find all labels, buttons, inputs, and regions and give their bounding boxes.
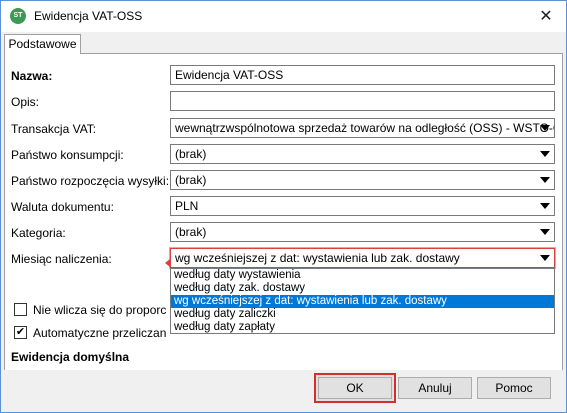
- kategoria-select[interactable]: (brak): [170, 222, 555, 242]
- waluta-select[interactable]: PLN: [170, 196, 555, 216]
- ok-button[interactable]: OK: [318, 377, 392, 399]
- transakcja-vat-label: Transakcja VAT:: [11, 122, 97, 136]
- tab-podstawowe[interactable]: Podstawowe: [4, 34, 81, 54]
- highlight-marker: [165, 259, 170, 267]
- panstwo-konsumpcji-label: Państwo konsumpcji:: [11, 148, 124, 162]
- waluta-value: PLN: [175, 199, 199, 213]
- panstwo-rozpoczecia-select[interactable]: (brak): [170, 170, 555, 190]
- panstwo-rozpoczecia-label: Państwo rozpoczęcia wysyłki:: [11, 174, 170, 188]
- dropdown-option[interactable]: według daty zak. dostawy: [171, 282, 554, 295]
- window-title: Ewidencja VAT-OSS: [34, 9, 143, 23]
- transakcja-vat-value: wewnątrzwspólnotowa sprzedaż towarów na …: [175, 121, 555, 135]
- waluta-label: Waluta dokumentu:: [11, 200, 114, 214]
- kategoria-value: (brak): [175, 225, 207, 239]
- chevron-down-icon[interactable]: [540, 177, 550, 183]
- panstwo-rozpoczecia-value: (brak): [175, 173, 207, 187]
- title-bar: ST Ewidencja VAT-OSS ✕: [1, 1, 566, 32]
- nazwa-label: Nazwa:: [11, 69, 53, 83]
- opis-input[interactable]: [170, 91, 555, 111]
- miesiac-naliczenia-label: Miesiąc naliczenia:: [11, 252, 112, 266]
- section-title-ewidencja-domyslna: Ewidencja domyślna: [11, 350, 130, 364]
- panstwo-konsumpcji-value: (brak): [175, 147, 207, 161]
- panstwo-konsumpcji-select[interactable]: (brak): [170, 144, 555, 164]
- dialog-window: ST Ewidencja VAT-OSS ✕ Podstawowe Nazwa:…: [0, 0, 567, 413]
- chevron-down-icon[interactable]: [540, 255, 550, 261]
- chevron-down-icon[interactable]: [540, 125, 550, 131]
- chevron-down-icon[interactable]: [540, 203, 550, 209]
- dropdown-option[interactable]: według daty zaliczki: [171, 308, 554, 321]
- app-logo-icon: ST: [10, 8, 26, 24]
- nazwa-input[interactable]: Ewidencja VAT-OSS: [170, 65, 555, 85]
- dropdown-option-selected[interactable]: wg wcześniejszej z dat: wystawienia lub …: [171, 295, 554, 308]
- dropdown-option[interactable]: według daty wystawienia: [171, 269, 554, 282]
- miesiac-naliczenia-value: wg wcześniejszej z dat: wystawienia lub …: [175, 251, 460, 265]
- proporcji-checkbox[interactable]: [14, 303, 27, 316]
- kategoria-label: Kategoria:: [11, 226, 66, 240]
- przeliczanie-checkbox[interactable]: ✔: [14, 326, 27, 339]
- chevron-down-icon[interactable]: [540, 229, 550, 235]
- chevron-down-icon[interactable]: [540, 151, 550, 157]
- transakcja-vat-select[interactable]: wewnątrzwspólnotowa sprzedaż towarów na …: [170, 118, 555, 138]
- cancel-button[interactable]: Anuluj: [398, 377, 472, 399]
- przeliczanie-checkbox-label: Automatyczne przeliczanie kw: [33, 326, 166, 340]
- proporcji-checkbox-label: Nie wlicza się do proporcji ba: [33, 303, 166, 317]
- close-icon[interactable]: ✕: [526, 1, 566, 32]
- help-button[interactable]: Pomoc: [477, 377, 551, 399]
- miesiac-naliczenia-select[interactable]: wg wcześniejszej z dat: wystawienia lub …: [170, 248, 555, 268]
- dropdown-option[interactable]: według daty zapłaty: [171, 321, 554, 334]
- miesiac-naliczenia-dropdown[interactable]: według daty wystawienia według daty zak.…: [170, 268, 555, 334]
- opis-label: Opis:: [11, 95, 40, 109]
